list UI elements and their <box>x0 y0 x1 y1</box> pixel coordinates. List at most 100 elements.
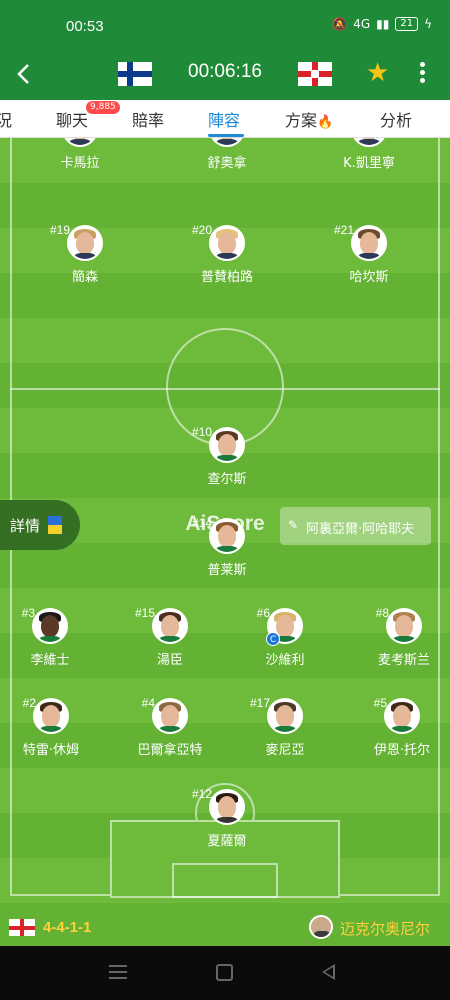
system-nav-bar <box>0 946 450 1000</box>
player-photo <box>209 225 245 261</box>
player-card[interactable]: #12 夏薩爾 <box>172 787 282 859</box>
coach-name[interactable]: 迈克尔奥尼尔 <box>340 918 430 939</box>
player-card[interactable]: K.凱里寧 <box>314 138 424 181</box>
player-card[interactable]: #21 哈坎斯 <box>314 223 424 295</box>
player-number: #6 <box>256 606 270 620</box>
app-root: 00:53 🔕 4G ▮▮ 21 ϟ 00:06:16 ★ 況 聊天 9,885… <box>0 0 450 1000</box>
home-icon[interactable] <box>216 964 233 981</box>
player-photo <box>32 608 68 644</box>
player-name: 簡森 <box>71 270 98 285</box>
player-name: K.凱里寧 <box>343 156 395 171</box>
tab-analysis[interactable]: 分析 <box>380 107 412 131</box>
back-arrow-icon[interactable] <box>12 60 36 88</box>
active-tab-indicator <box>208 134 244 137</box>
player-name: 夏薩爾 <box>207 834 247 849</box>
referee-name: 阿裏亞爾·阿哈耶夫 <box>306 522 415 537</box>
tab-chat[interactable]: 聊天 <box>56 107 88 131</box>
formation-label: 4-4-1-1 <box>43 919 92 936</box>
player-card[interactable]: #19 簡森 <box>30 223 140 295</box>
more-options-icon[interactable] <box>412 60 432 88</box>
tab-lineup[interactable]: 陣容 <box>208 107 240 131</box>
flag-ukraine-icon <box>48 516 62 534</box>
player-name: 卡馬拉 <box>60 156 100 171</box>
goal-area <box>172 863 278 898</box>
nav-back-icon[interactable] <box>322 964 335 980</box>
player-number: #12 <box>191 787 212 801</box>
tab-bar: 況 聊天 9,885 賠率 陣容 方案🔥 分析 <box>0 100 450 138</box>
player-photo <box>209 789 245 825</box>
player-name: 麦考斯兰 <box>377 653 430 668</box>
player-name: 沙維利 <box>265 653 305 668</box>
player-number: #19 <box>49 223 70 237</box>
player-photo <box>152 698 188 734</box>
player-number: #20 <box>191 223 212 237</box>
tab-overview[interactable]: 況 <box>0 107 12 131</box>
player-number: #14 <box>191 516 212 530</box>
player-number: #4 <box>141 696 155 710</box>
player-name: 伊恩·托尔 <box>373 743 431 758</box>
player-name: 湯臣 <box>156 653 183 668</box>
player-photo <box>384 698 420 734</box>
player-photo <box>267 698 303 734</box>
player-card[interactable]: #4 巴爾拿亞特 <box>115 696 225 768</box>
status-time: 00:53 <box>66 18 104 35</box>
player-number: #17 <box>249 696 270 710</box>
battery-icon: 21 <box>395 17 419 31</box>
player-photo <box>62 138 98 147</box>
player-card[interactable]: 卡馬拉 <box>25 138 135 181</box>
player-number: #3 <box>21 606 35 620</box>
chat-count-badge: 9,885 <box>86 101 120 114</box>
details-button[interactable]: 詳情 <box>0 500 80 550</box>
pitch: 卡馬拉 舒奥拿 K.凱里寧 #19 簡森 #20 普賛柏路 #21 哈坎斯 詳情… <box>0 138 450 946</box>
player-number: #10 <box>191 425 212 439</box>
player-photo <box>67 225 103 261</box>
player-card[interactable]: #3 李維士 <box>0 606 105 678</box>
player-number: #5 <box>373 696 387 710</box>
player-card[interactable]: #15 湯臣 <box>115 606 225 678</box>
match-clock: 00:06:16 <box>188 61 262 82</box>
captain-badge: C <box>266 632 280 646</box>
player-card[interactable]: #2 特雷·休姆 <box>0 696 106 768</box>
player-card[interactable]: #14 普莱斯 <box>172 516 282 588</box>
player-photo <box>386 608 422 644</box>
tab-odds[interactable]: 賠率 <box>132 107 164 131</box>
player-name: 麥尼亞 <box>265 743 305 758</box>
player-photo <box>33 698 69 734</box>
network-label: 4G <box>353 17 371 31</box>
player-photo <box>351 138 387 147</box>
player-name: 巴爾拿亞特 <box>137 743 203 758</box>
status-bar: 00:53 🔕 4G ▮▮ 21 ϟ <box>0 0 450 50</box>
signal-icon: ▮▮ <box>376 17 390 31</box>
flag-northern-ireland-icon <box>9 919 35 936</box>
player-name: 哈坎斯 <box>349 270 389 285</box>
coach-avatar <box>309 915 333 939</box>
whistle-icon: ✎ <box>288 518 299 532</box>
player-photo <box>209 518 245 554</box>
recent-apps-icon[interactable] <box>109 965 127 981</box>
tab-plans[interactable]: 方案🔥 <box>285 107 333 131</box>
formation-footer: 4-4-1-1 迈克尔奥尼尔 <box>0 912 450 946</box>
player-card[interactable]: #5 伊恩·托尔 <box>347 696 450 768</box>
player-card[interactable]: #8 麦考斯兰 <box>349 606 450 678</box>
player-name: 舒奥拿 <box>207 156 247 171</box>
details-label: 詳情 <box>10 517 41 535</box>
player-name: 普莱斯 <box>207 563 247 578</box>
charging-icon: ϟ <box>424 17 432 31</box>
player-card[interactable]: 舒奥拿 <box>172 138 282 181</box>
player-name: 特雷·休姆 <box>22 743 80 758</box>
player-number: #8 <box>375 606 389 620</box>
player-card[interactable]: #10 查尔斯 <box>172 425 282 497</box>
player-card[interactable]: #6 C 沙維利 <box>230 606 340 678</box>
player-photo <box>209 138 245 147</box>
player-name: 查尔斯 <box>207 472 247 487</box>
flag-northern-ireland-icon <box>298 62 332 86</box>
mute-icon: 🔕 <box>332 17 348 31</box>
player-number: #2 <box>22 696 36 710</box>
tab-plans-label: 方案 <box>285 111 318 130</box>
player-card[interactable]: #17 麥尼亞 <box>230 696 340 768</box>
player-card[interactable]: #20 普賛柏路 <box>172 223 282 295</box>
referee-badge: ✎ 阿裏亞爾·阿哈耶夫 <box>280 507 431 545</box>
match-header: 00:06:16 ★ <box>0 50 450 100</box>
favorite-star-icon[interactable]: ★ <box>366 58 389 88</box>
player-name: 李維士 <box>30 653 70 668</box>
